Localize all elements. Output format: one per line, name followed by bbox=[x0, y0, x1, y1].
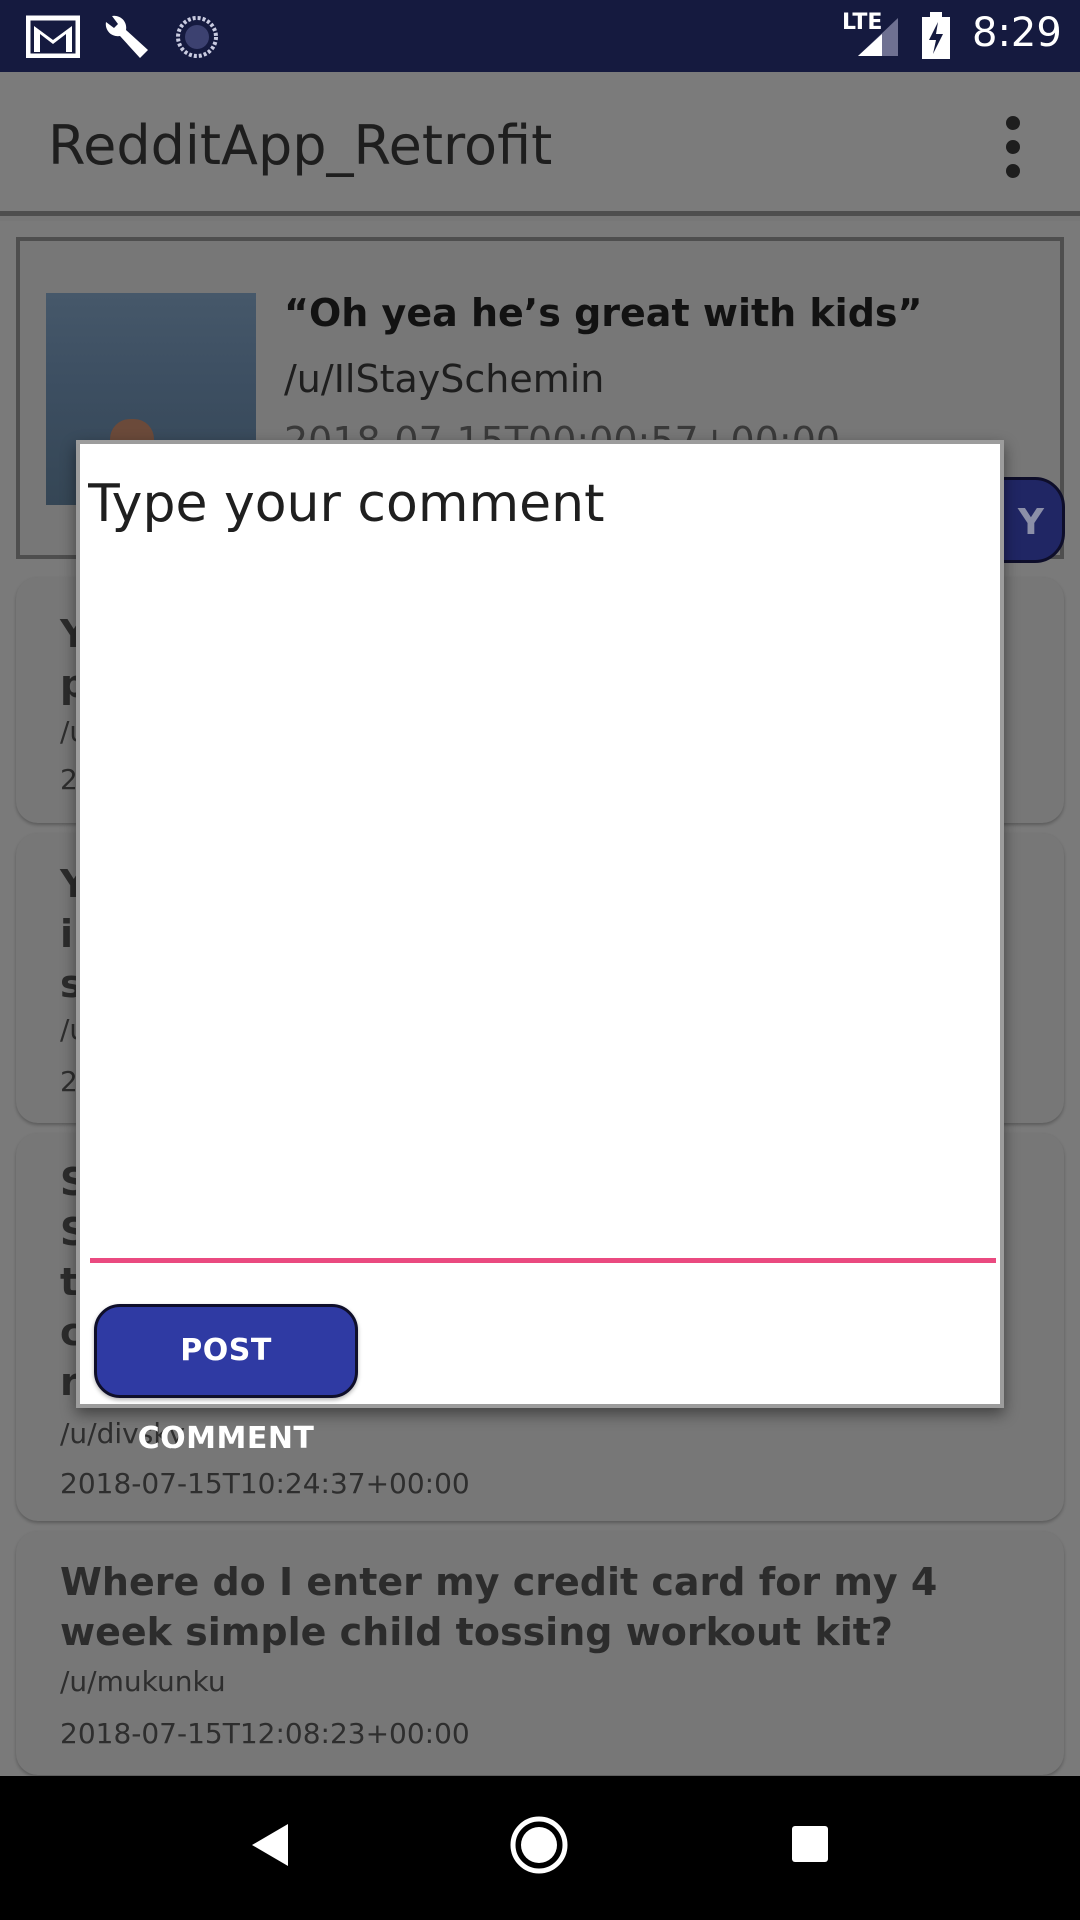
sync-icon bbox=[176, 16, 218, 58]
signal-icon bbox=[858, 18, 898, 56]
post-date: 2018-07-15T12:08:23+00:00 bbox=[60, 1717, 470, 1750]
gmail-icon bbox=[26, 15, 80, 58]
post-author: /u/mukunku bbox=[60, 1665, 226, 1698]
post-author: /u/IlStaySchemin bbox=[284, 357, 605, 401]
navigation-bar bbox=[0, 1776, 1080, 1920]
post-title: Where do I enter my credit card for my 4… bbox=[60, 1560, 938, 1654]
recents-icon[interactable] bbox=[790, 1824, 830, 1864]
clock-time: 8:29 bbox=[972, 10, 1062, 56]
comment-input[interactable] bbox=[88, 474, 994, 1106]
back-icon[interactable] bbox=[248, 1820, 292, 1870]
app-bar: RedditApp_Retrofit bbox=[0, 72, 1080, 216]
input-underline bbox=[90, 1258, 996, 1263]
wrench-icon bbox=[105, 15, 148, 59]
home-icon[interactable] bbox=[510, 1816, 568, 1874]
comment-dialog: POST COMMENT bbox=[76, 440, 1004, 1456]
app-title: RedditApp_Retrofit bbox=[48, 114, 553, 177]
list-item[interactable]: Where do I enter my credit card for my 4… bbox=[16, 1531, 1064, 1775]
battery-charging-icon bbox=[922, 12, 950, 59]
overflow-menu-icon[interactable] bbox=[998, 116, 1030, 180]
post-comment-button[interactable]: POST COMMENT bbox=[94, 1304, 358, 1456]
post-title: “Oh yea he’s great with kids” bbox=[284, 291, 923, 335]
status-bar: LTE 8:29 bbox=[0, 0, 1080, 72]
